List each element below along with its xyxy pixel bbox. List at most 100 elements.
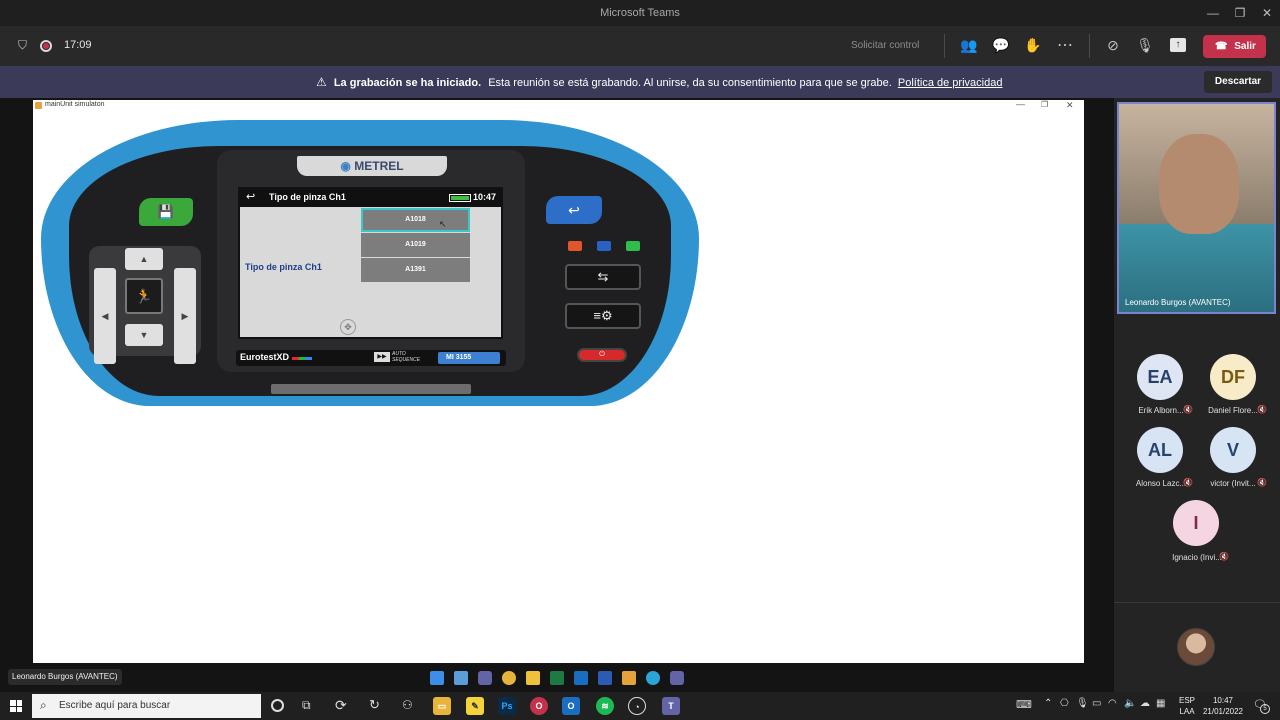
maximize-button[interactable]: ❐ bbox=[1225, 0, 1255, 26]
options-button[interactable]: ⇆ bbox=[565, 264, 641, 290]
privacy-link[interactable]: Política de privacidad bbox=[898, 77, 1003, 89]
warning-icon: ⚠ bbox=[316, 75, 327, 89]
more-options-icon[interactable]: ⋯ bbox=[1056, 35, 1074, 55]
blue-function-button[interactable] bbox=[597, 241, 611, 251]
mic-muted-icon: 🔇 bbox=[1257, 405, 1267, 414]
sticky-notes-icon[interactable]: ✎ bbox=[466, 697, 484, 715]
battery-tray-icon[interactable]: ▭ bbox=[1092, 698, 1101, 709]
chevron-up-icon[interactable]: ⌃ bbox=[1044, 698, 1052, 709]
nav-down-button[interactable]: ▼ bbox=[125, 324, 163, 346]
field-label: Tipo de pinza Ch1 bbox=[245, 262, 322, 272]
battery-icon bbox=[449, 194, 471, 202]
reactions-icon[interactable]: ✋ bbox=[1024, 37, 1042, 54]
close-button[interactable]: ✕ bbox=[1252, 0, 1280, 26]
leave-button-label: Salir bbox=[1234, 41, 1256, 52]
opera-icon[interactable]: O bbox=[530, 697, 548, 715]
tray-icon-1[interactable]: ⎔ bbox=[1060, 698, 1069, 709]
photoshop-icon[interactable]: Ps bbox=[498, 697, 516, 715]
simulator-app-icon bbox=[622, 671, 636, 685]
teams-taskbar-icon[interactable]: T bbox=[662, 697, 680, 715]
panel-divider bbox=[1114, 602, 1280, 603]
option-a1391[interactable]: A1391 bbox=[361, 258, 470, 282]
settings-gear-icon: ≡⚙ bbox=[593, 308, 613, 323]
self-avatar[interactable] bbox=[1177, 628, 1215, 666]
option-a1019[interactable]: A1019 bbox=[361, 233, 470, 257]
run-icon: 🏃 bbox=[135, 288, 153, 304]
simulator-window: mainUnit simulaton — ❐ ✕ ◉ METREL ↩ Tipo… bbox=[33, 99, 1084, 663]
settings-button[interactable]: ≡⚙ bbox=[565, 303, 641, 329]
mic-off-icon[interactable]: 🎙 bbox=[1136, 37, 1154, 54]
red-function-button[interactable] bbox=[568, 241, 582, 251]
notifications-button[interactable]: 🗨 5 bbox=[1252, 698, 1270, 714]
edge-icon bbox=[646, 671, 660, 685]
spotify-icon[interactable]: ≋ bbox=[596, 697, 614, 715]
mic-muted-icon: 🔇 bbox=[1183, 405, 1193, 414]
participant-avatar: DF bbox=[1210, 354, 1256, 400]
shield-icon: ⛉ bbox=[18, 38, 28, 52]
brand-logo: ◉ METREL bbox=[297, 156, 447, 176]
chrome-icon bbox=[502, 671, 516, 685]
nav-right-button[interactable]: ▶ bbox=[174, 268, 196, 364]
share-screen-icon[interactable]: ↑ bbox=[1170, 38, 1186, 52]
nav-left-button[interactable]: ◀ bbox=[94, 268, 116, 364]
power-button[interactable]: ⏻ bbox=[577, 348, 627, 362]
app-icon-1[interactable]: ⟳ bbox=[335, 697, 347, 714]
presenter-name-tag: Leonardo Burgos (AVANTEC) bbox=[8, 669, 122, 685]
app-icon-2[interactable]: ↻ bbox=[369, 697, 380, 713]
green-function-button[interactable] bbox=[626, 241, 640, 251]
auto-sequence-label: AUTO SEQUENCE bbox=[392, 351, 421, 363]
nav-up-button[interactable]: ▲ bbox=[125, 248, 163, 270]
participant-al[interactable]: AL bbox=[1137, 427, 1183, 473]
presenter-face bbox=[1159, 134, 1239, 234]
clock[interactable]: 10:47 21/01/2022 bbox=[1198, 695, 1248, 717]
task-view-icon[interactable]: ⧉ bbox=[302, 698, 311, 713]
clock-time: 10:47 bbox=[1212, 696, 1234, 705]
dismiss-button[interactable]: Descartar bbox=[1204, 71, 1272, 93]
participant-avatar: V bbox=[1210, 427, 1256, 473]
camera-off-icon[interactable]: ⊘ bbox=[1104, 37, 1122, 54]
mic-tray-icon[interactable]: 🎙 bbox=[1076, 698, 1089, 709]
participants-icon[interactable]: 👥 bbox=[960, 37, 978, 54]
sim-minimize-button[interactable]: — bbox=[1016, 99, 1025, 109]
brand-logo-icon: ◉ bbox=[340, 159, 351, 173]
app-icon bbox=[35, 102, 42, 109]
minimize-button[interactable]: — bbox=[1198, 0, 1228, 26]
sim-close-button[interactable]: ✕ bbox=[1066, 100, 1074, 111]
back-button[interactable]: ↩ bbox=[546, 196, 602, 224]
option-a1018[interactable]: A1018 bbox=[361, 208, 470, 232]
screen-title: Tipo de pinza Ch1 bbox=[269, 192, 346, 202]
screen-back-icon[interactable]: ↩ bbox=[246, 190, 255, 203]
run-button[interactable]: 🏃 bbox=[125, 278, 163, 314]
participant-df[interactable]: DF bbox=[1210, 354, 1256, 400]
connector-slot bbox=[271, 384, 471, 394]
leave-button[interactable]: ☎ Salir bbox=[1203, 35, 1266, 58]
start-button[interactable] bbox=[10, 700, 22, 712]
keyboard-icon[interactable]: ⌨ bbox=[1016, 698, 1032, 711]
teams-icon bbox=[670, 671, 684, 685]
video-tile[interactable]: Leonardo Burgos (AVANTEC) bbox=[1117, 102, 1276, 314]
file-explorer-icon[interactable]: ▭ bbox=[433, 697, 451, 715]
screen-time: 10:47 bbox=[473, 192, 497, 202]
recording-banner: ⚠ La grabación se ha iniciado. Esta reun… bbox=[0, 66, 1280, 98]
participant-i[interactable]: I bbox=[1173, 500, 1219, 546]
participant-v[interactable]: V bbox=[1210, 427, 1256, 473]
chat-icon[interactable]: 💬 bbox=[992, 37, 1010, 54]
language-indicator[interactable]: ESP LAA bbox=[1176, 695, 1198, 717]
app-icon-3[interactable]: ⚇ bbox=[402, 698, 413, 712]
request-control-button[interactable]: Solicitar control bbox=[851, 40, 919, 51]
volume-icon[interactable]: 🔈 bbox=[1124, 698, 1136, 709]
simulator-title: mainUnit simulaton bbox=[45, 101, 105, 108]
tray-icon-2[interactable]: ▦ bbox=[1156, 698, 1165, 709]
model-name-left: EurotestXD bbox=[240, 352, 290, 362]
wifi-icon[interactable]: ◠ bbox=[1108, 698, 1117, 709]
outlook-taskbar-icon[interactable]: O bbox=[562, 697, 580, 715]
save-button[interactable]: 💾 bbox=[139, 198, 193, 226]
search-box[interactable]: ⌕ Escribe aquí para buscar bbox=[32, 694, 261, 718]
device-body: ◉ METREL ↩ Tipo de pinza Ch1 10:47 Tipo … bbox=[41, 120, 699, 406]
sim-maximize-button[interactable]: ❐ bbox=[1041, 100, 1048, 109]
participant-ea[interactable]: EA bbox=[1137, 354, 1183, 400]
cortana-icon[interactable] bbox=[271, 699, 284, 712]
app-icon-4[interactable]: ◔ bbox=[628, 697, 646, 715]
phone-hangup-icon: ☎ bbox=[1215, 41, 1228, 52]
cloud-icon[interactable]: ☁ bbox=[1140, 698, 1150, 709]
